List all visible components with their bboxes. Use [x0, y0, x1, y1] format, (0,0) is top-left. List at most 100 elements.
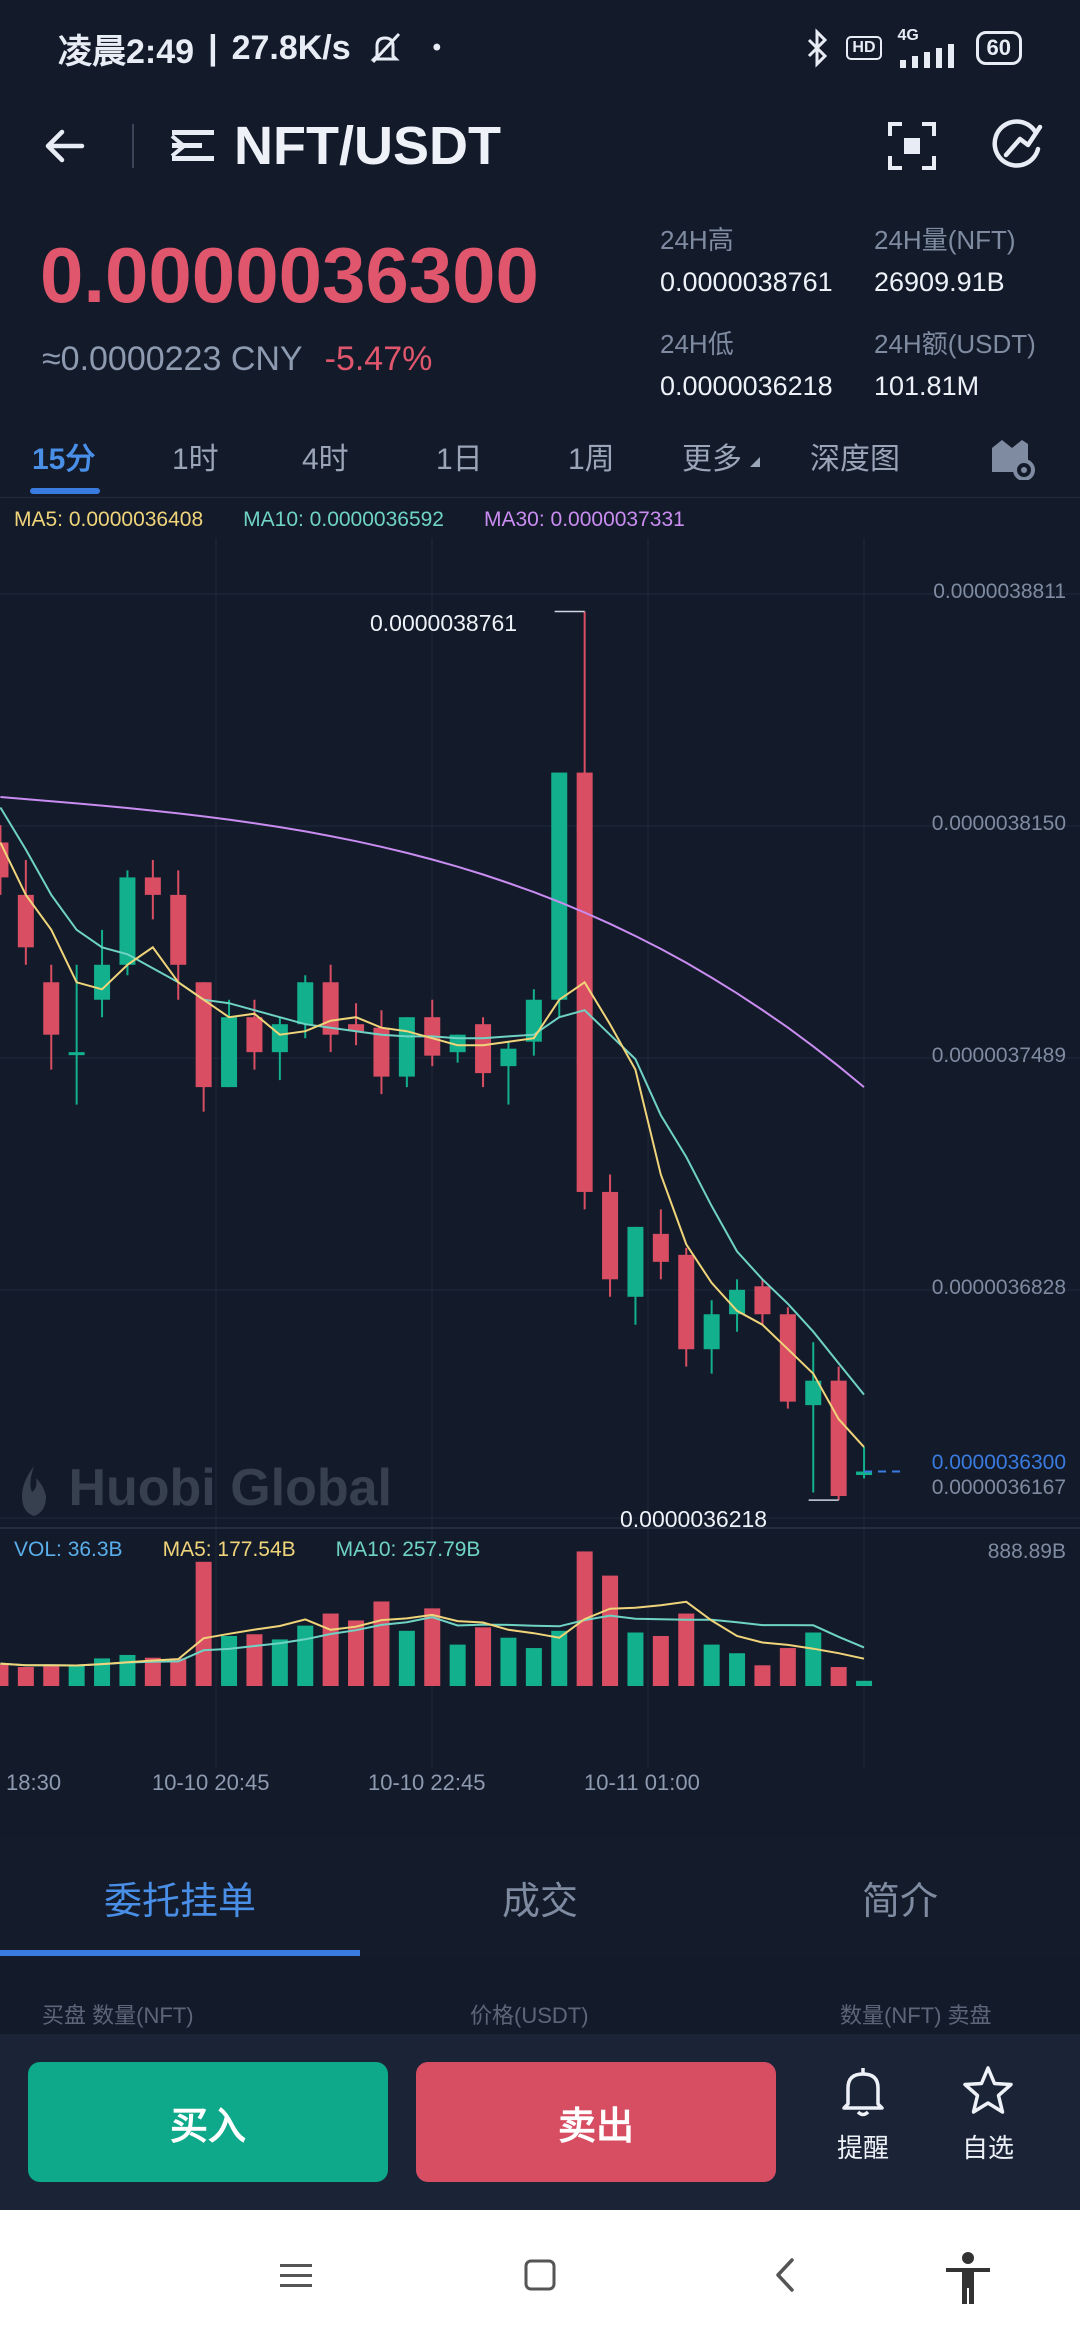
tab-more[interactable]: 更多 [682, 434, 762, 478]
tab-1w[interactable]: 1周 [568, 434, 615, 478]
network-type: 4G [898, 28, 960, 68]
chart-settings-icon[interactable] [988, 432, 1036, 480]
section-tabs: 委托挂单 成交 简介 [0, 1838, 1080, 1958]
header: NFT/USDT [0, 96, 1080, 196]
low-marker-label: 0.0000036218 [620, 1506, 768, 1532]
candle-body [144, 877, 161, 895]
back-arrow-icon [45, 129, 85, 163]
volume-bar [119, 1654, 136, 1686]
vol-ma10-legend: MA10: 257.79B [335, 1538, 481, 1561]
volume-bar [271, 1639, 288, 1686]
volume-bar [246, 1634, 263, 1686]
stat-value: 0.0000036218 [660, 371, 833, 401]
orderbook-ask-header: 数量(NFT) 卖盘 [840, 2003, 992, 2028]
volume-bar [602, 1575, 619, 1686]
huobi-flame-icon [22, 1466, 46, 1517]
tab-active-indicator [30, 488, 100, 494]
tab-depth[interactable]: 深度图 [810, 434, 900, 478]
volume-bar [0, 1663, 9, 1686]
buy-button[interactable]: 买入 [28, 2062, 388, 2182]
tab-1h[interactable]: 1时 [172, 434, 219, 478]
candle-body [271, 1024, 288, 1053]
sell-button[interactable]: 卖出 [416, 2062, 776, 2182]
back-nav-icon[interactable] [766, 2250, 806, 2300]
volume-bar [551, 1630, 568, 1686]
ticker-panel: 0.0000036300 ≈0.0000223 CNY -5.47% 24H高 0… [0, 210, 1080, 402]
volume-bar [500, 1637, 517, 1686]
section-tab-indicator [0, 1950, 360, 1956]
system-nav-bar [0, 2210, 1080, 2340]
menu-list-icon [170, 130, 214, 161]
scan-icon[interactable] [886, 120, 938, 172]
candle-body [0, 842, 9, 878]
star-icon [963, 2066, 1013, 2114]
stat-value: 101.81M [874, 371, 980, 401]
tab-4h[interactable]: 4时 [302, 434, 349, 478]
y-axis-tick: 0.0000036167 [931, 1476, 1066, 1499]
stat-value: 26909.91B [874, 267, 1005, 297]
candle-body [94, 964, 111, 1000]
stat-24h-high: 24H高 0.0000038761 [660, 220, 833, 298]
last-price: 0.0000036300 [40, 231, 539, 319]
signal-icon [899, 44, 954, 68]
accessibility-icon[interactable] [940, 2250, 996, 2306]
silent-icon [370, 32, 400, 64]
vol-legend: VOL: 36.3B [14, 1538, 123, 1561]
tab-intro[interactable]: 简介 [862, 1870, 938, 1925]
candle-body [119, 877, 136, 965]
high-marker-label: 0.0000038761 [370, 610, 518, 636]
bluetooth-icon [808, 28, 828, 68]
tab-1d[interactable]: 1日 [436, 434, 483, 478]
refresh-chart-icon[interactable] [990, 119, 1044, 173]
volume-bar [678, 1613, 695, 1686]
volume-bar [652, 1635, 669, 1686]
volume-bar [449, 1644, 466, 1686]
favorite-button[interactable]: 自选 [960, 2064, 1016, 2165]
volume-bar [729, 1653, 746, 1686]
menu-icon[interactable] [276, 2250, 316, 2300]
stat-24h-low: 24H低 0.0000036218 [660, 324, 833, 402]
action-bar: 买入 卖出 提醒 自选 [0, 2034, 1080, 2210]
back-button[interactable] [36, 118, 92, 174]
candle-body [500, 1048, 517, 1067]
pair-selector[interactable]: NFT/USDT [170, 115, 501, 177]
volume-bar [373, 1601, 390, 1686]
home-icon[interactable] [520, 2250, 560, 2300]
cny-price: ≈0.0000223 CNY [42, 340, 303, 378]
header-divider [132, 124, 134, 168]
watermark-text: Huobi Global [68, 1459, 392, 1517]
stat-label: 24H额(USDT) [874, 329, 1036, 359]
volume-axis-max: 888.89B [987, 1540, 1066, 1563]
candle-body [221, 1017, 238, 1088]
volume-bar [856, 1680, 873, 1686]
stat-value: 0.0000038761 [660, 267, 833, 297]
orderbook-price-header: 价格(USDT) [470, 2003, 589, 2028]
volume-bar [398, 1630, 415, 1686]
kline-chart[interactable]: MA5: 0.0000036408 MA10: 0.0000036592 MA3… [0, 498, 1080, 1818]
app-root: 凌晨2:49 | 27.8K/s • HD 4G 60 NFT/USDT 0.0… [0, 0, 1080, 2340]
favorite-label: 自选 [961, 2133, 1014, 2163]
candle-body [246, 1017, 263, 1053]
vol-ma5-legend: MA5: 177.54B [162, 1538, 296, 1561]
volume-bar [195, 1561, 212, 1686]
volume-bar [170, 1658, 187, 1686]
stat-label: 24H低 [660, 329, 734, 359]
y-axis-tick: 0.0000038150 [931, 812, 1066, 835]
orderbook-bid-header: 买盘 数量(NFT) [42, 2003, 194, 2028]
bell-icon [842, 2068, 884, 2117]
alert-button[interactable]: 提醒 [836, 2064, 890, 2165]
candle-body [68, 1052, 85, 1056]
candle-body [779, 1314, 796, 1402]
price-change: -5.47% [324, 340, 433, 378]
tab-trades[interactable]: 成交 [502, 1870, 578, 1925]
stat-label: 24H量(NFT) [874, 225, 1016, 255]
hd-badge: HD [846, 36, 882, 60]
tab-more-label: 更多 [682, 443, 742, 476]
timeframe-tabs: 15分 1时 4时 1日 1周 更多 深度图 [0, 414, 1080, 498]
candle-body [297, 982, 314, 1025]
candle-body [195, 982, 212, 1088]
tab-orders[interactable]: 委托挂单 [104, 1870, 256, 1925]
volume-bar [754, 1665, 771, 1686]
volume-bar [475, 1627, 492, 1686]
tab-15min[interactable]: 15分 [32, 434, 95, 478]
